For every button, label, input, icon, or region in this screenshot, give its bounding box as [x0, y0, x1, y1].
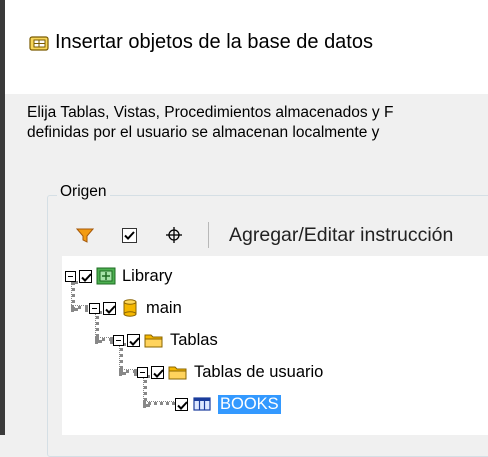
- tree-node-tablas-de-usuario[interactable]: Tablas de usuario: [137, 359, 323, 385]
- tree-node-books[interactable]: BOOKS: [175, 391, 281, 417]
- source-toolbar: Agregar/Editar instrucción: [62, 218, 488, 252]
- tree-node-tablas[interactable]: Tablas: [113, 327, 218, 353]
- table-icon: [192, 395, 212, 413]
- description-line-1: Elija Tablas, Vistas, Procedimientos alm…: [27, 104, 394, 121]
- node-checkbox[interactable]: [175, 397, 188, 411]
- object-tree[interactable]: Library main Tablas Tablas de usuario BO…: [62, 256, 488, 435]
- tree-node-label: Library: [122, 266, 173, 285]
- node-checkbox[interactable]: [127, 333, 140, 347]
- locate-icon[interactable]: [162, 218, 186, 252]
- tree-node-label: main: [146, 298, 182, 317]
- collapse-toggle[interactable]: [113, 334, 124, 346]
- tree-node-label: Tablas de usuario: [194, 362, 324, 381]
- database-objects-icon: [29, 34, 49, 52]
- description-line-2: definidas por el usuario se almacenan lo…: [27, 124, 380, 141]
- collapse-toggle[interactable]: [137, 366, 148, 378]
- folder-icon: [144, 331, 164, 349]
- node-checkbox[interactable]: [151, 365, 164, 379]
- check-all-icon[interactable]: [118, 218, 140, 252]
- collapse-toggle[interactable]: [65, 270, 76, 282]
- tree-node-label: Tablas: [170, 330, 218, 349]
- tree-node-label-selected: BOOKS: [218, 394, 281, 414]
- tree-connector: [119, 369, 137, 373]
- library-icon: [96, 267, 116, 285]
- node-checkbox[interactable]: [103, 301, 116, 315]
- database-icon: [120, 299, 140, 317]
- tree-node-library[interactable]: Library: [65, 263, 172, 289]
- folder-icon: [168, 363, 188, 381]
- description-text: Elija Tablas, Vistas, Procedimientos alm…: [27, 103, 488, 143]
- collapse-toggle[interactable]: [89, 302, 100, 314]
- tree-connector: [71, 305, 88, 309]
- add-edit-statement-button[interactable]: Agregar/Editar instrucción: [229, 224, 453, 247]
- filter-icon[interactable]: [74, 218, 96, 252]
- toolbar-separator: [208, 222, 209, 248]
- source-group-label: Origen: [57, 183, 110, 201]
- tree-connector: [95, 337, 113, 341]
- window-title: Insertar objetos de la base de datos: [55, 31, 373, 53]
- tree-node-main[interactable]: main: [89, 295, 182, 321]
- node-checkbox[interactable]: [79, 269, 92, 283]
